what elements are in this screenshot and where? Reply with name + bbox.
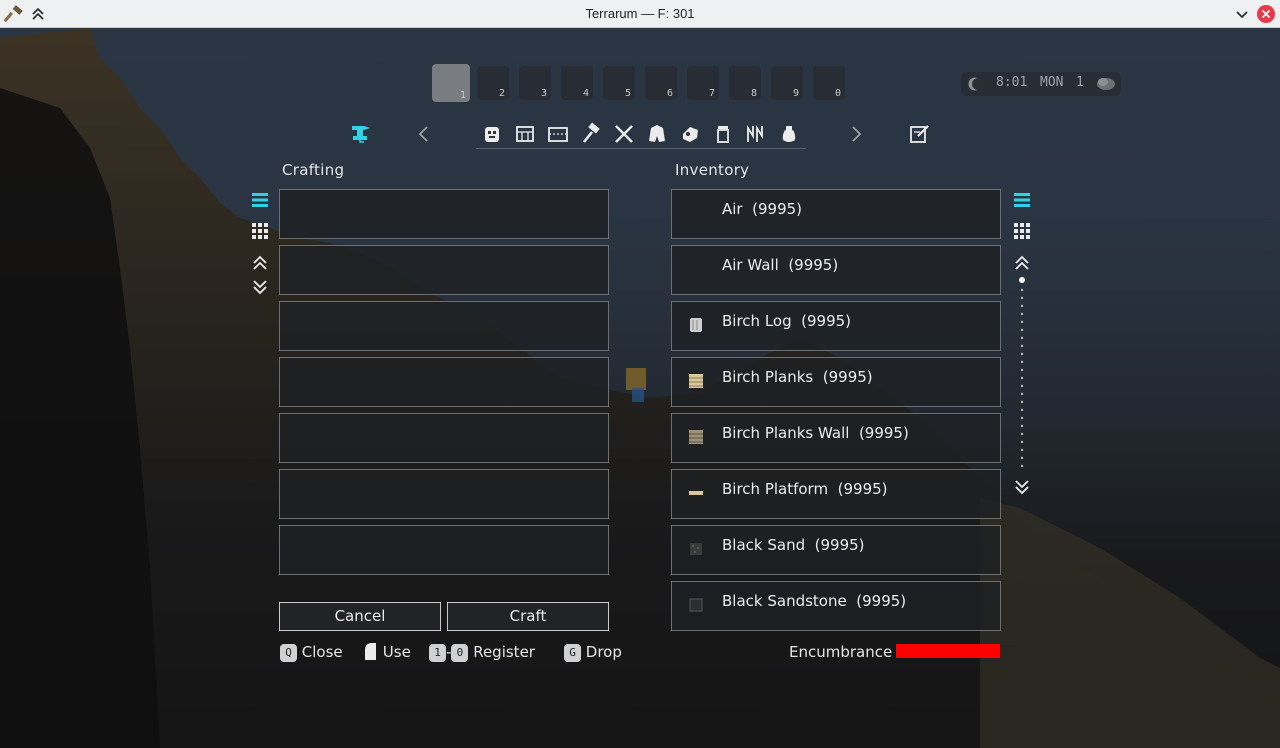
quickslot-5[interactable]: 5 [603, 66, 635, 100]
category-potions-icon[interactable] [711, 122, 735, 146]
inventory-item-name: Birch Platform (9995) [722, 480, 888, 498]
category-ingredients-icon[interactable] [678, 122, 702, 146]
inventory-grid-view-icon[interactable] [1013, 222, 1031, 240]
key-q: Q [280, 644, 297, 662]
quickslot-3[interactable]: 3 [519, 66, 551, 100]
inventory-item-name: Birch Log (9995) [722, 312, 852, 330]
cancel-button[interactable]: Cancel [279, 602, 441, 631]
clock-time: 8:01 [996, 75, 1028, 90]
black-sandstone-icon [689, 598, 703, 612]
ui-dim-overlay [0, 28, 1280, 748]
inventory-label: Inventory [675, 161, 750, 179]
quickslot-8[interactable]: 8 [729, 66, 761, 100]
clock-date: 1 [1076, 75, 1084, 90]
hint-drop-label: Drop [585, 643, 622, 661]
hint-close: Q Close [280, 641, 343, 663]
inventory-item-name: Air (9995) [722, 200, 803, 218]
encumbrance-fill [896, 644, 1000, 658]
inventory-list-view-icon[interactable] [1013, 191, 1031, 209]
category-blocks-icon[interactable] [513, 122, 537, 146]
quickslot-6[interactable]: 6 [645, 66, 677, 100]
inventory-item[interactable]: Air (9995) [671, 189, 1001, 239]
crafting-anvil-icon[interactable] [349, 122, 373, 146]
encumbrance-bar [896, 644, 1000, 658]
hint-use: Use [363, 641, 411, 663]
grid-view-icon[interactable] [251, 222, 269, 240]
minimize-icon[interactable] [1232, 4, 1252, 24]
inventory-item-name: Birch Planks (9995) [722, 368, 873, 386]
quickslot-1[interactable]: 1 [432, 64, 470, 102]
mouse-right-click-icon [365, 643, 376, 660]
inventory-item[interactable]: Air Wall (9995) [671, 245, 1001, 295]
quickslot-2[interactable]: 2 [477, 66, 509, 100]
tab-underline [476, 148, 806, 149]
crafting-slot-6[interactable] [279, 469, 609, 519]
category-weapons-swords-icon[interactable] [612, 122, 636, 146]
encumbrance-label: Encumbrance [789, 643, 893, 661]
inventory-scroll-down-icon[interactable] [1013, 478, 1031, 496]
inventory-item[interactable]: Birch Platform (9995) [671, 469, 1001, 519]
list-view-icon[interactable] [251, 191, 269, 209]
birch-platform-icon [689, 491, 703, 495]
inventory-item-name: Black Sand (9995) [722, 536, 865, 554]
inventory-item[interactable]: Birch Planks Wall (9995) [671, 413, 1001, 463]
key-g: G [564, 644, 581, 662]
close-window-icon[interactable] [1256, 4, 1276, 24]
inventory-item[interactable]: Birch Planks (9995) [671, 357, 1001, 407]
scroll-up-icon[interactable] [251, 254, 269, 272]
inventory-item-name: Black Sandstone (9995) [722, 592, 907, 610]
crafting-slot-5[interactable] [279, 413, 609, 463]
key-0: 0 [451, 644, 469, 662]
hint-use-label: Use [382, 643, 411, 661]
hint-register-label: Register [473, 643, 535, 661]
crafting-slot-4[interactable] [279, 357, 609, 407]
inventory-item-name: Air Wall (9995) [722, 256, 839, 274]
crafting-slot-7[interactable] [279, 525, 609, 575]
hint-drop: G Drop [564, 641, 622, 663]
quickslot-4[interactable]: 4 [561, 66, 593, 100]
birch-planks-icon [689, 374, 703, 388]
weather-cloud-icon [1097, 78, 1115, 90]
craft-button[interactable]: Craft [447, 602, 609, 631]
window-titlebar: Terrarum — F: 301 [0, 0, 1280, 28]
category-materials-icon[interactable] [744, 122, 768, 146]
crafting-slot-3[interactable] [279, 301, 609, 351]
inventory-item[interactable]: Black Sand (9995) [671, 525, 1001, 575]
category-armour-icon[interactable] [645, 122, 669, 146]
quickslot-7[interactable]: 7 [687, 66, 719, 100]
hint-register: 1-0 Register [429, 641, 535, 663]
moon-phase-icon [968, 77, 983, 91]
category-walls-icon[interactable] [546, 122, 570, 146]
quickslot-0[interactable]: 0 [813, 66, 845, 100]
category-misc-bag-icon[interactable] [777, 122, 801, 146]
category-tools-hammer-icon[interactable] [579, 122, 603, 146]
quickslot-9[interactable]: 9 [771, 66, 803, 100]
inventory-item[interactable]: Black Sandstone (9995) [671, 581, 1001, 631]
next-category-chevron-icon[interactable] [845, 122, 869, 146]
crafting-slot-1[interactable] [279, 189, 609, 239]
inventory-scroll-up-icon[interactable] [1013, 254, 1031, 272]
crafting-slot-2[interactable] [279, 245, 609, 295]
prev-category-chevron-icon[interactable] [411, 122, 435, 146]
game-viewport: 1 2 3 4 5 6 7 8 9 0 8:01 MON 1 Crafting … [0, 28, 1280, 748]
crafting-label: Crafting [282, 161, 345, 179]
inventory-item-name: Birch Planks Wall (9995) [722, 424, 909, 442]
window-title: Terrarum — F: 301 [585, 6, 695, 21]
notes-edit-icon[interactable] [908, 122, 932, 146]
hint-close-label: Close [301, 643, 343, 661]
clock-widget: 8:01 MON 1 [961, 72, 1121, 96]
inventory-scrollbar[interactable] [1018, 276, 1026, 472]
black-sand-icon [690, 543, 702, 555]
clock-day: MON [1040, 75, 1064, 90]
key-1: 1 [429, 644, 446, 662]
scroll-down-icon[interactable] [251, 278, 269, 296]
inventory-item[interactable]: Birch Log (9995) [671, 301, 1001, 351]
birch-log-icon [690, 318, 702, 332]
category-all-icon[interactable] [480, 122, 504, 146]
birch-planks-wall-icon [689, 430, 703, 444]
